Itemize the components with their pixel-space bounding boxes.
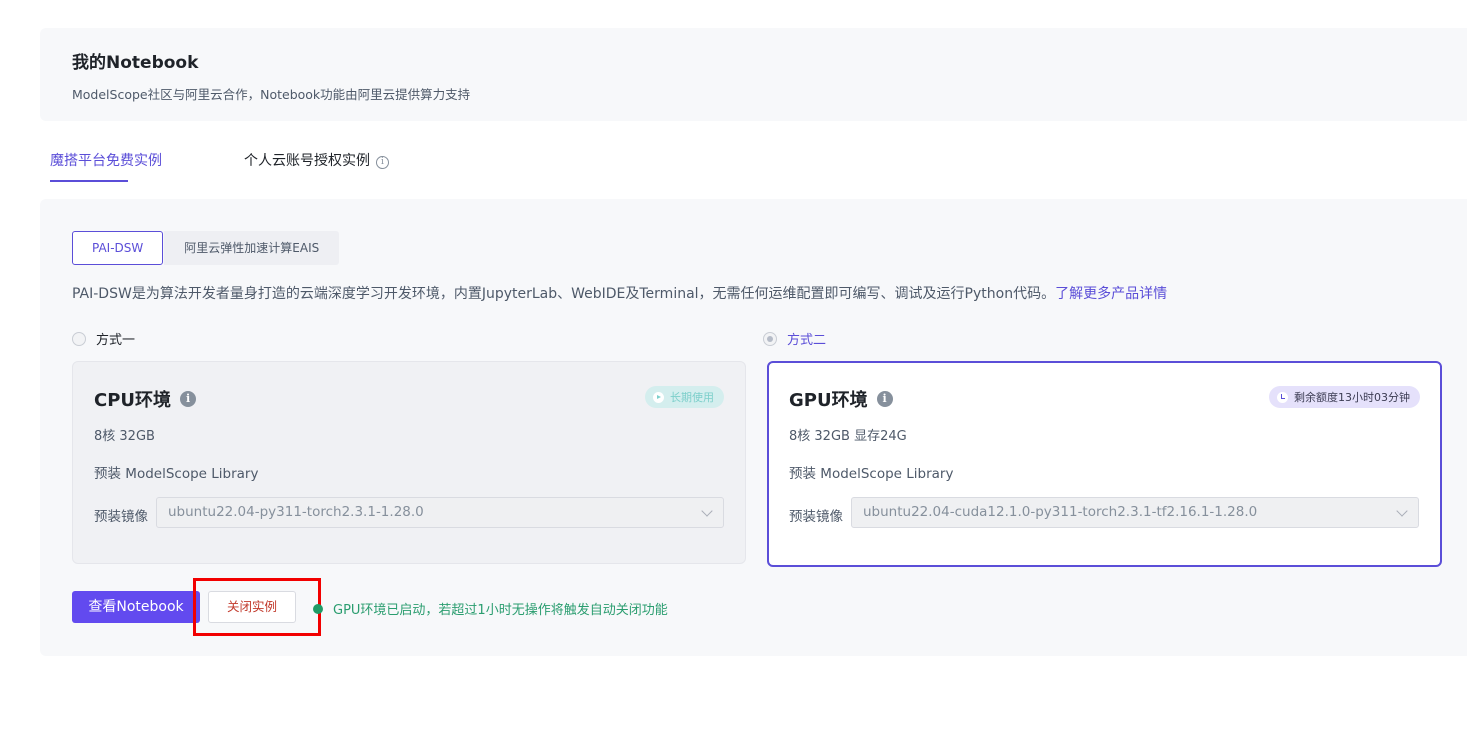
tab-free-instance[interactable]: 魔搭平台免费实例 bbox=[50, 150, 162, 170]
gpu-env-card[interactable]: GPU环境 i 剩余额度13小时03分钟 8核 32GB 显存24G 预装 Mod… bbox=[767, 361, 1442, 567]
gpu-env-title-text: GPU环境 bbox=[789, 390, 868, 411]
cpu-image-select[interactable]: ubuntu22.04-py311-torch2.3.1-1.28.0 bbox=[156, 497, 724, 528]
product-description-text: PAI-DSW是为算法开发者量身打造的云端深度学习开发环境，内置JupyterL… bbox=[72, 286, 1056, 302]
cpu-env-card[interactable]: CPU环境 i 长期使用 8核 32GB 预装 ModelScope Librar… bbox=[72, 361, 746, 564]
segment-pai-dsw[interactable]: PAI-DSW bbox=[72, 231, 164, 265]
platform-segmented-control: PAI-DSW 阿里云弹性加速计算EAIS bbox=[72, 231, 340, 265]
cpu-env-title: CPU环境 i bbox=[94, 386, 197, 412]
clock-icon bbox=[1277, 391, 1288, 403]
segment-eais[interactable]: 阿里云弹性加速计算EAIS bbox=[164, 231, 340, 265]
gpu-spec: 8核 32GB 显存24G bbox=[789, 429, 907, 444]
status-dot-icon bbox=[313, 603, 323, 614]
cpu-library: 预装 ModelScope Library bbox=[94, 466, 259, 482]
cpu-image-label: 预装镜像 bbox=[94, 509, 148, 525]
tab-active-underline bbox=[50, 180, 128, 182]
gpu-env-title: GPU环境 i bbox=[789, 386, 893, 412]
option-one-radio[interactable]: 方式一 bbox=[72, 329, 135, 348]
tab-personal-instance-label: 个人云账号授权实例 bbox=[244, 153, 370, 169]
info-icon[interactable]: i bbox=[376, 156, 389, 169]
play-icon bbox=[653, 391, 664, 403]
option-one-label: 方式一 bbox=[96, 333, 136, 348]
chevron-down-icon bbox=[701, 505, 713, 517]
highlight-frame bbox=[193, 578, 321, 636]
page-title: 我的Notebook bbox=[72, 53, 199, 73]
option-two-radio[interactable]: 方式二 bbox=[763, 329, 826, 348]
radio-circle[interactable] bbox=[72, 331, 86, 346]
status-message: GPU环境已启动，若超过1小时无操作将触发自动关闭功能 bbox=[313, 599, 668, 618]
option-two-label: 方式二 bbox=[787, 333, 827, 348]
gpu-image-select[interactable]: ubuntu22.04-cuda12.1.0-py311-torch2.3.1-… bbox=[851, 497, 1419, 528]
info-icon[interactable]: i bbox=[876, 391, 893, 407]
long-term-badge-text: 长期使用 bbox=[670, 391, 714, 404]
tab-free-instance-label: 魔搭平台免费实例 bbox=[50, 153, 162, 169]
cpu-spec: 8核 32GB bbox=[94, 429, 155, 444]
header-card: 我的Notebook ModelScope社区与阿里云合作，Notebook功能… bbox=[40, 28, 1467, 121]
cpu-image-value: ubuntu22.04-py311-torch2.3.1-1.28.0 bbox=[168, 504, 424, 520]
radio-circle-checked[interactable] bbox=[763, 331, 777, 346]
status-text: GPU环境已启动，若超过1小时无操作将触发自动关闭功能 bbox=[333, 603, 668, 618]
chevron-down-icon bbox=[1396, 505, 1408, 517]
view-notebook-button[interactable]: 查看Notebook bbox=[72, 591, 200, 623]
gpu-image-label: 预装镜像 bbox=[789, 509, 843, 525]
gpu-image-value: ubuntu22.04-cuda12.1.0-py311-torch2.3.1-… bbox=[863, 504, 1258, 520]
cpu-env-title-text: CPU环境 bbox=[94, 390, 172, 411]
learn-more-link[interactable]: 了解更多产品详情 bbox=[1055, 286, 1167, 302]
gpu-library: 预装 ModelScope Library bbox=[789, 466, 954, 482]
tab-personal-instance[interactable]: 个人云账号授权实例 i bbox=[244, 150, 389, 170]
main-card: PAI-DSW 阿里云弹性加速计算EAIS PAI-DSW是为算法开发者量身打造… bbox=[40, 199, 1467, 656]
quota-badge-text: 剩余额度13小时03分钟 bbox=[1294, 391, 1410, 404]
page-subtitle: ModelScope社区与阿里云合作，Notebook功能由阿里云提供算力支持 bbox=[72, 87, 471, 102]
info-icon[interactable]: i bbox=[180, 391, 197, 407]
quota-badge: 剩余额度13小时03分钟 bbox=[1269, 386, 1420, 408]
product-description: PAI-DSW是为算法开发者量身打造的云端深度学习开发环境，内置JupyterL… bbox=[72, 283, 1167, 303]
long-term-badge: 长期使用 bbox=[645, 386, 724, 408]
